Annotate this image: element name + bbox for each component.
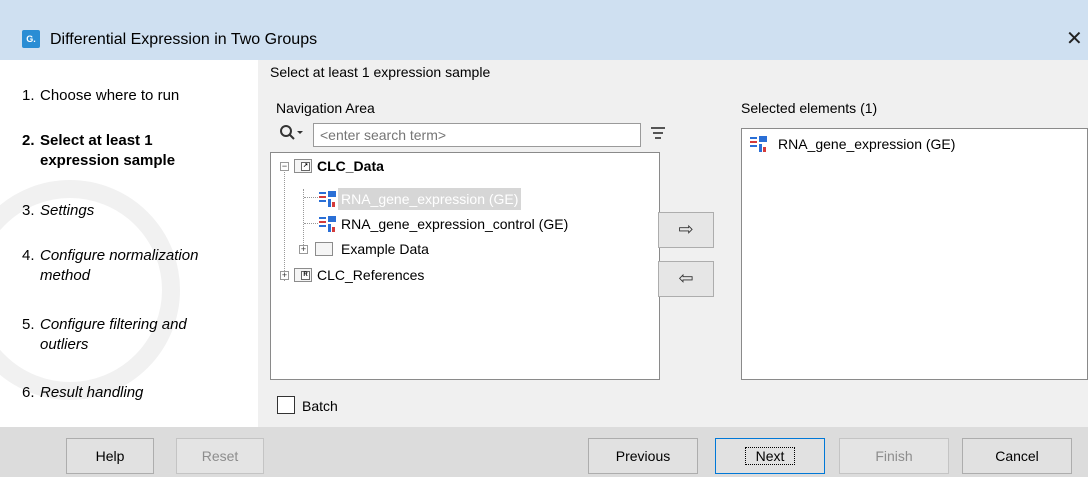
step-4: 4. Configure normalization method	[22, 246, 198, 284]
search-input[interactable]	[313, 123, 641, 147]
navigation-tree[interactable]: − ↗ CLC_Data RNA_gene_expression (GE) RN…	[270, 152, 660, 380]
step-4-label: Configure normalization method	[40, 247, 199, 284]
step-6-label: Result handling	[40, 384, 144, 401]
reset-button[interactable]: Reset	[176, 438, 264, 474]
close-icon[interactable]: ✕	[1066, 28, 1083, 50]
title-bar: G. Differential Expression in Two Groups…	[0, 0, 1088, 60]
tree-node-rna-ge-control[interactable]: RNA_gene_expression_control (GE)	[271, 213, 651, 235]
expand-icon[interactable]: +	[280, 271, 289, 280]
step-3-label: Settings	[40, 202, 95, 219]
section-title: Select at least 1 expression sample	[270, 64, 491, 80]
tree-node-clc-references[interactable]: + R CLC_References	[271, 264, 651, 286]
finish-button[interactable]: Finish	[839, 438, 949, 474]
filter-icon[interactable]	[650, 124, 666, 142]
selected-elements-list[interactable]: RNA_gene_expression (GE)	[741, 128, 1088, 380]
folder-icon: ↗	[294, 159, 312, 173]
selected-item[interactable]: RNA_gene_expression (GE)	[750, 133, 1080, 155]
step-6: 6. Result handling	[22, 383, 143, 403]
gene-expression-icon	[319, 216, 337, 232]
step-3: 3. Settings	[22, 201, 94, 221]
collapse-icon[interactable]: −	[280, 162, 289, 171]
selected-elements-label: Selected elements (1)	[741, 100, 878, 116]
remove-from-selection-button[interactable]: ⇦	[658, 261, 714, 297]
batch-checkbox[interactable]	[277, 396, 295, 414]
search-icon[interactable]	[279, 124, 305, 142]
step-5: 5. Configure filtering and outliers	[22, 315, 187, 353]
step-2-label: Select at least 1 expression sample	[40, 132, 176, 169]
step-1-label: Choose where to run	[40, 87, 180, 104]
folder-icon	[315, 242, 333, 256]
window-title: Differential Expression in Two Groups	[50, 31, 318, 48]
step-5-label: Configure filtering and outliers	[40, 316, 187, 353]
gene-expression-icon	[750, 136, 768, 152]
tree-label-clc-data: CLC_Data	[317, 158, 384, 174]
wizard-steps-panel: 1. Choose where to run 2. Select at leas…	[0, 60, 258, 427]
previous-button[interactable]: Previous	[588, 438, 698, 474]
help-button[interactable]: Help	[66, 438, 154, 474]
batch-label: Batch	[302, 398, 338, 414]
step-2-current: 2. Select at least 1 expression sample	[22, 131, 175, 169]
step-1: 1. Choose where to run	[22, 86, 179, 106]
tree-label-clc-references: CLC_References	[317, 267, 425, 283]
clc-app-icon: G.	[22, 30, 40, 48]
add-to-selection-button[interactable]: ⇨	[658, 212, 714, 248]
expand-icon[interactable]: +	[299, 245, 308, 254]
tree-label-rna-ge-selected: RNA_gene_expression (GE)	[338, 188, 522, 210]
next-button-label: Next	[744, 447, 796, 465]
tree-node-rna-ge[interactable]: RNA_gene_expression (GE)	[271, 188, 651, 210]
folder-icon: R	[294, 268, 312, 282]
selected-item-label: RNA_gene_expression (GE)	[778, 136, 956, 152]
cancel-button[interactable]: Cancel	[962, 438, 1072, 474]
tree-node-clc-data[interactable]: − ↗ CLC_Data	[271, 155, 651, 177]
navigation-area-label: Navigation Area	[276, 100, 375, 116]
tree-label-example-data: Example Data	[341, 241, 429, 257]
next-button[interactable]: Next	[715, 438, 825, 474]
tree-label-rna-ge-control: RNA_gene_expression_control (GE)	[341, 216, 569, 232]
gene-expression-icon	[319, 191, 337, 207]
tree-node-example-data[interactable]: + Example Data	[271, 238, 651, 260]
